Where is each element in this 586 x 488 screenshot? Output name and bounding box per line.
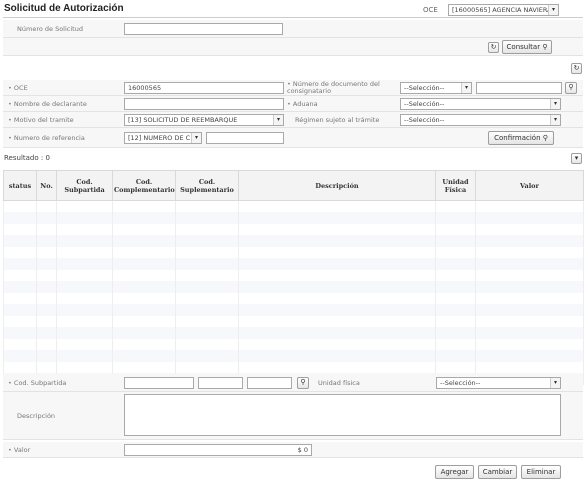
valor-input[interactable]: $ 0: [124, 444, 312, 456]
table-row[interactable]: [3, 350, 584, 362]
subpartida-input[interactable]: [124, 377, 194, 389]
referencia-label-text: Numero de referencia: [13, 134, 85, 142]
table-row[interactable]: [3, 304, 584, 316]
regimen-select[interactable]: --Selección-- ▾: [400, 114, 561, 126]
cambiar-button[interactable]: Cambiar: [478, 465, 517, 479]
page-title: Solicitud de Autorización: [4, 3, 124, 14]
chevron-down-icon: ▾: [548, 5, 558, 15]
unidad-fisica-select[interactable]: --Selección-- ▾: [436, 377, 561, 389]
table-row[interactable]: [3, 361, 584, 373]
oce-header-label: OCE: [423, 6, 438, 14]
chevron-down-icon: ▾: [550, 115, 560, 125]
refresh-icon[interactable]: ↻: [488, 42, 499, 53]
search-icon[interactable]: ⚲: [565, 82, 577, 94]
consultar-button-label: Consultar: [506, 43, 541, 51]
motivo-label-text: Motivo del tramite: [13, 116, 74, 124]
declarante-label: • Nombre de declarante: [8, 100, 87, 108]
oce-header-select-value: [16000565] AGENCIA NAVIERA: [452, 6, 552, 14]
table-row[interactable]: [3, 200, 584, 212]
col-valor[interactable]: Valor: [475, 170, 584, 201]
referencia-input[interactable]: [206, 132, 284, 144]
numero-solicitud-label: Número de Solicitud: [17, 25, 83, 33]
header-divider: [3, 17, 583, 18]
table-row[interactable]: [3, 269, 584, 281]
table-row[interactable]: [3, 315, 584, 327]
results-table: status No. Cod. Subpartida Cod. Compleme…: [3, 170, 584, 385]
col-unidad-fisica[interactable]: Unidad Física: [435, 170, 476, 201]
valor-label-text: Valor: [13, 446, 31, 454]
col-cod-complementario[interactable]: Cod. Complementario: [112, 170, 176, 201]
motivo-select-value: [13] SOLICITUD DE REEMBARQUE: [128, 116, 238, 124]
doc-type-select-value: --Selección--: [404, 84, 445, 92]
eliminar-button[interactable]: Eliminar: [521, 465, 561, 479]
referencia-type-select-value: [12] NUMERO DE C: [128, 134, 191, 142]
col-cod-subpartida[interactable]: Cod. Subpartida: [56, 170, 113, 201]
agregar-button[interactable]: Agregar: [435, 465, 474, 479]
table-row[interactable]: [3, 338, 584, 350]
chevron-down-icon[interactable]: ▾: [571, 153, 582, 164]
numero-solicitud-input[interactable]: [124, 23, 283, 35]
declarante-label-text: Nombre de declarante: [13, 100, 87, 108]
confirmacion-button-label: Confirmación: [494, 134, 541, 142]
chevron-down-icon: ▾: [461, 83, 471, 93]
motivo-label: • Motivo del tramite: [8, 116, 74, 124]
table-row[interactable]: [3, 223, 584, 235]
confirmacion-button[interactable]: Confirmación ⚲: [488, 131, 554, 145]
doc-type-select[interactable]: --Selección-- ▾: [400, 82, 472, 94]
aduana-label: • Aduana: [287, 100, 318, 108]
referencia-type-select[interactable]: [12] NUMERO DE C ▾: [124, 132, 202, 144]
chevron-down-icon: ▾: [191, 133, 201, 143]
declarante-input[interactable]: [124, 98, 284, 110]
suplementario-input[interactable]: [247, 377, 292, 389]
col-status[interactable]: status: [3, 170, 37, 201]
col-descripcion[interactable]: Descripción: [238, 170, 436, 201]
chevron-down-icon: ▾: [550, 378, 560, 388]
valor-label: • Valor: [8, 446, 31, 454]
search-row: [3, 20, 583, 38]
table-row[interactable]: [3, 235, 584, 247]
complementario-input[interactable]: [198, 377, 243, 389]
oce-input[interactable]: 16000565: [124, 82, 284, 94]
motivo-select[interactable]: [13] SOLICITUD DE REEMBARQUE ▾: [124, 114, 284, 126]
descripcion-label: Descripción: [17, 412, 56, 420]
table-row[interactable]: [3, 258, 584, 270]
doc-consignatario-label: • Número de documento del consignatario: [287, 80, 380, 95]
table-row[interactable]: [3, 246, 584, 258]
subpartida-label: • Cod. Subpartida: [8, 379, 67, 387]
referencia-label: • Numero de referencia: [8, 134, 85, 142]
oce-label-text: OCE: [13, 84, 28, 92]
table-row[interactable]: [3, 212, 584, 224]
descripcion-textarea[interactable]: [124, 394, 561, 436]
aduana-select-value: --Selección--: [404, 100, 445, 108]
resultado-count: Resultado : 0: [4, 154, 50, 162]
doc-consignatario-label-text: Número de documento del consignatario: [287, 80, 380, 95]
unidad-fisica-label: Unidad física: [318, 379, 360, 387]
chevron-down-icon: ▾: [550, 99, 560, 109]
aduana-select[interactable]: --Selección-- ▾: [400, 98, 561, 110]
chevron-down-icon: ▾: [273, 115, 283, 125]
regimen-select-value: --Selección--: [404, 116, 445, 124]
oce-label: • OCE: [8, 84, 28, 92]
table-row[interactable]: [3, 281, 584, 293]
oce-header-select[interactable]: [16000565] AGENCIA NAVIERA ▾: [448, 4, 559, 16]
search-icon[interactable]: ⚲: [297, 377, 309, 389]
unidad-fisica-select-value: --Selección--: [440, 379, 481, 387]
consultar-button[interactable]: Consultar ⚲: [502, 40, 552, 54]
refresh-icon[interactable]: ↻: [571, 63, 582, 74]
col-cod-suplementario[interactable]: Cod. Suplementario: [175, 170, 239, 201]
subpartida-label-text: Cod. Subpartida: [13, 379, 67, 387]
regimen-label: Régimen sujeto al trámite: [295, 116, 380, 124]
aduana-label-text: Aduana: [292, 100, 318, 108]
table-row[interactable]: [3, 292, 584, 304]
col-no[interactable]: No.: [36, 170, 57, 201]
table-row[interactable]: [3, 327, 584, 339]
doc-number-input[interactable]: [476, 82, 562, 94]
table-header-row: status No. Cod. Subpartida Cod. Compleme…: [3, 170, 584, 201]
